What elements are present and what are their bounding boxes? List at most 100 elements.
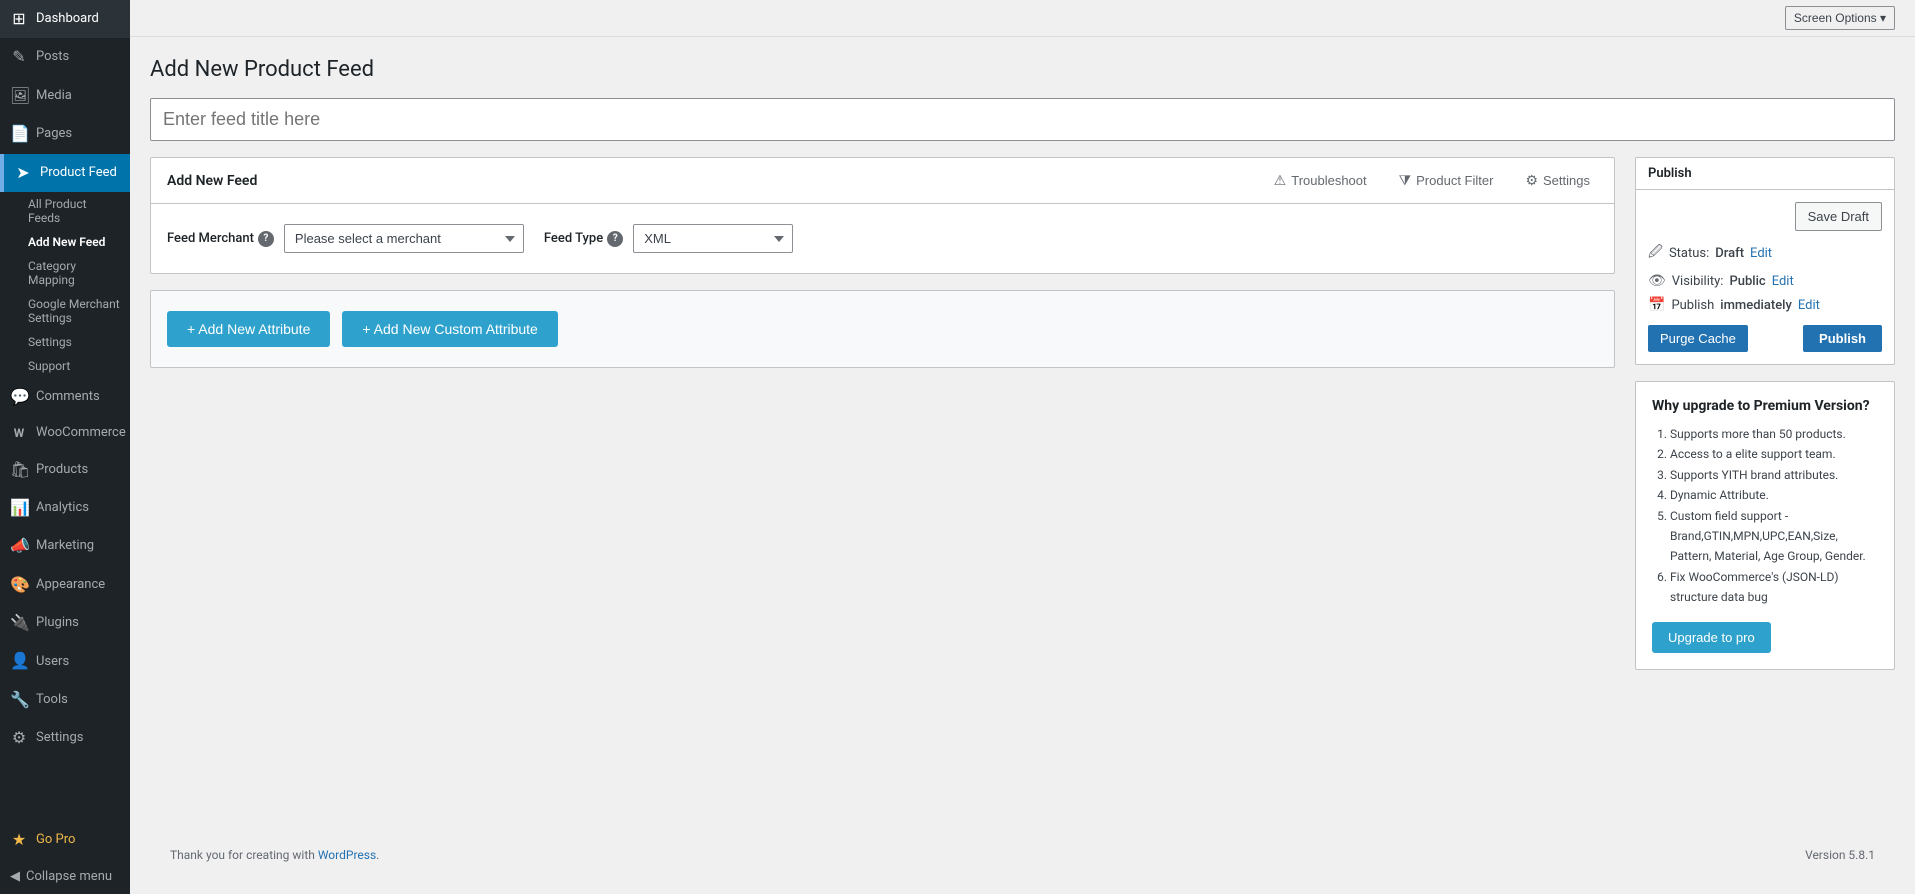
sidebar-item-label: Users [36,653,69,671]
feed-fields-row: Feed Merchant ? Please select a merchant… [167,224,1598,253]
collapse-menu-button[interactable]: ◀ Collapse menu [0,859,130,894]
publish-edit-link[interactable]: Edit [1798,298,1820,313]
sidebar-item-dashboard[interactable]: ⊞ Dashboard [0,0,130,38]
sidebar-item-users[interactable]: 👤 Users [0,642,130,680]
feed-panel-header: Add New Feed ⚠ Troubleshoot ⧩ Product Fi… [151,158,1614,204]
status-row: 🖉 Status: Draft Edit [1648,241,1882,265]
list-item: Fix WooCommerce's (JSON-LD) structure da… [1670,567,1878,608]
marketing-icon: 📣 [10,535,28,557]
sidebar-item-label: WooCommerce [36,424,126,442]
sidebar-item-comments[interactable]: 💬 Comments [0,378,130,416]
troubleshoot-button[interactable]: ⚠ Troubleshoot [1266,168,1375,193]
visibility-row: 👁 Visibility: Public Edit [1648,273,1882,289]
sidebar-sub-google-merchant[interactable]: Google Merchant Settings [0,292,130,330]
wordpress-link[interactable]: WordPress [318,848,376,862]
feed-type-field-group: Feed Type ? XML CSV TSV JSON [544,224,793,253]
sidebar-sub-add-new-feed[interactable]: Add New Feed [0,230,130,254]
sidebar-item-settings[interactable]: ⚙ Settings [0,719,130,757]
visibility-value: Public [1729,274,1765,289]
merchant-label: Feed Merchant ? [167,231,274,247]
plugins-icon: 🔌 [10,612,28,634]
sidebar-item-label: Product Feed [40,164,117,182]
add-new-custom-attribute-button[interactable]: + Add New Custom Attribute [342,311,557,347]
upgrade-to-pro-button[interactable]: Upgrade to pro [1652,622,1771,653]
troubleshoot-label: Troubleshoot [1291,173,1366,188]
sidebar-item-label: Dashboard [36,10,99,28]
feed-title-input[interactable] [150,98,1895,141]
analytics-icon: 📊 [10,497,28,519]
posts-icon: ✎ [10,46,28,68]
appearance-icon: 🎨 [10,574,28,596]
sidebar-item-marketing[interactable]: 📣 Marketing [0,527,130,565]
gear-icon: ⚙ [1525,172,1538,189]
save-draft-button[interactable]: Save Draft [1795,202,1882,231]
pages-icon: 📄 [10,123,28,145]
sidebar-item-appearance[interactable]: 🎨 Appearance [0,566,130,604]
feed-panel-body: Feed Merchant ? Please select a merchant… [151,204,1614,273]
products-icon: 🛍 [10,459,28,481]
premium-panel: Why upgrade to Premium Version? Supports… [1635,381,1895,670]
feed-type-select[interactable]: XML CSV TSV JSON [633,224,793,253]
sidebar-item-products[interactable]: 🛍 Products [0,451,130,489]
sidebar-item-posts[interactable]: ✎ Posts [0,38,130,76]
site-footer: Thank you for creating with WordPress. V… [150,836,1895,874]
sidebar-item-label: Marketing [36,537,94,555]
list-item: Supports more than 50 products. [1670,424,1878,444]
content-layout: Add New Feed ⚠ Troubleshoot ⧩ Product Fi… [150,157,1895,836]
sidebar-item-go-pro[interactable]: ★ Go Pro [0,821,130,859]
main-content: Screen Options ▾ Add New Product Feed Ad… [130,0,1915,894]
feed-panel-title: Add New Feed [167,173,257,189]
add-custom-attribute-label: + Add New Custom Attribute [362,321,537,337]
merchant-select[interactable]: Please select a merchant Google Shopping… [284,224,524,253]
list-item: Custom field support - Brand,GTIN,MPN,UP… [1670,506,1878,567]
feed-type-label: Feed Type ? [544,231,623,247]
calendar-icon: 📅 [1648,297,1665,313]
sidebar-item-label: Go Pro [36,831,75,849]
sidebar-item-plugins[interactable]: 🔌 Plugins [0,604,130,642]
merchant-help-icon[interactable]: ? [258,231,274,247]
footer-text: Thank you for creating with WordPress. [170,848,379,862]
sidebar-item-pages[interactable]: 📄 Pages [0,115,130,153]
topbar: Screen Options ▾ [130,0,1915,37]
filter-icon: ⧩ [1399,172,1412,189]
publish-button[interactable]: Publish [1803,325,1882,352]
sidebar-item-analytics[interactable]: 📊 Analytics [0,489,130,527]
sidebar-item-label: Media [36,87,72,105]
merchant-field-group: Feed Merchant ? Please select a merchant… [167,224,524,253]
settings-button[interactable]: ⚙ Settings [1517,168,1598,193]
sidebar-item-tools[interactable]: 🔧 Tools [0,681,130,719]
settings-icon: ⚙ [10,727,28,749]
publish-panel-header: Publish [1636,158,1894,190]
product-filter-button[interactable]: ⧩ Product Filter [1391,168,1502,193]
publish-buttons-row: Purge Cache Publish [1648,325,1882,352]
product-feed-icon: ➤ [14,162,32,184]
sidebar-item-media[interactable]: 🖼 Media [0,77,130,115]
status-label: Status: [1669,246,1709,261]
sidebar-sub-settings[interactable]: Settings [0,330,130,354]
publish-actions-top: Save Draft [1648,202,1882,231]
content-left: Add New Feed ⚠ Troubleshoot ⧩ Product Fi… [150,157,1615,836]
status-value: Draft [1715,246,1744,261]
sidebar-item-label: Appearance [36,576,105,594]
screen-options-button[interactable]: Screen Options ▾ [1785,6,1895,30]
sidebar-item-product-feed[interactable]: ➤ Product Feed [0,154,130,192]
visibility-label: Visibility: [1672,274,1724,289]
settings-label: Settings [1543,173,1590,188]
collapse-label: Collapse menu [26,869,112,884]
status-edit-link[interactable]: Edit [1750,246,1772,261]
woocommerce-icon: W [10,425,28,442]
sidebar-sub-all-feeds[interactable]: All Product Feeds [0,192,130,230]
list-item: Dynamic Attribute. [1670,485,1878,505]
comments-icon: 💬 [10,386,28,408]
purge-cache-button[interactable]: Purge Cache [1648,325,1748,352]
sidebar-item-woocommerce[interactable]: W WooCommerce [0,416,130,450]
sidebar-sub-category-mapping[interactable]: Category Mapping [0,254,130,292]
add-new-attribute-button[interactable]: + Add New Attribute [167,311,330,347]
page-title: Add New Product Feed [150,57,1895,82]
feed-type-help-icon[interactable]: ? [607,231,623,247]
visibility-edit-link[interactable]: Edit [1772,274,1794,289]
sidebar-item-label: Pages [36,125,72,143]
sidebar-item-label: Posts [36,48,69,66]
sidebar-sub-support[interactable]: Support [0,354,130,378]
publish-label: Publish [1671,298,1714,313]
